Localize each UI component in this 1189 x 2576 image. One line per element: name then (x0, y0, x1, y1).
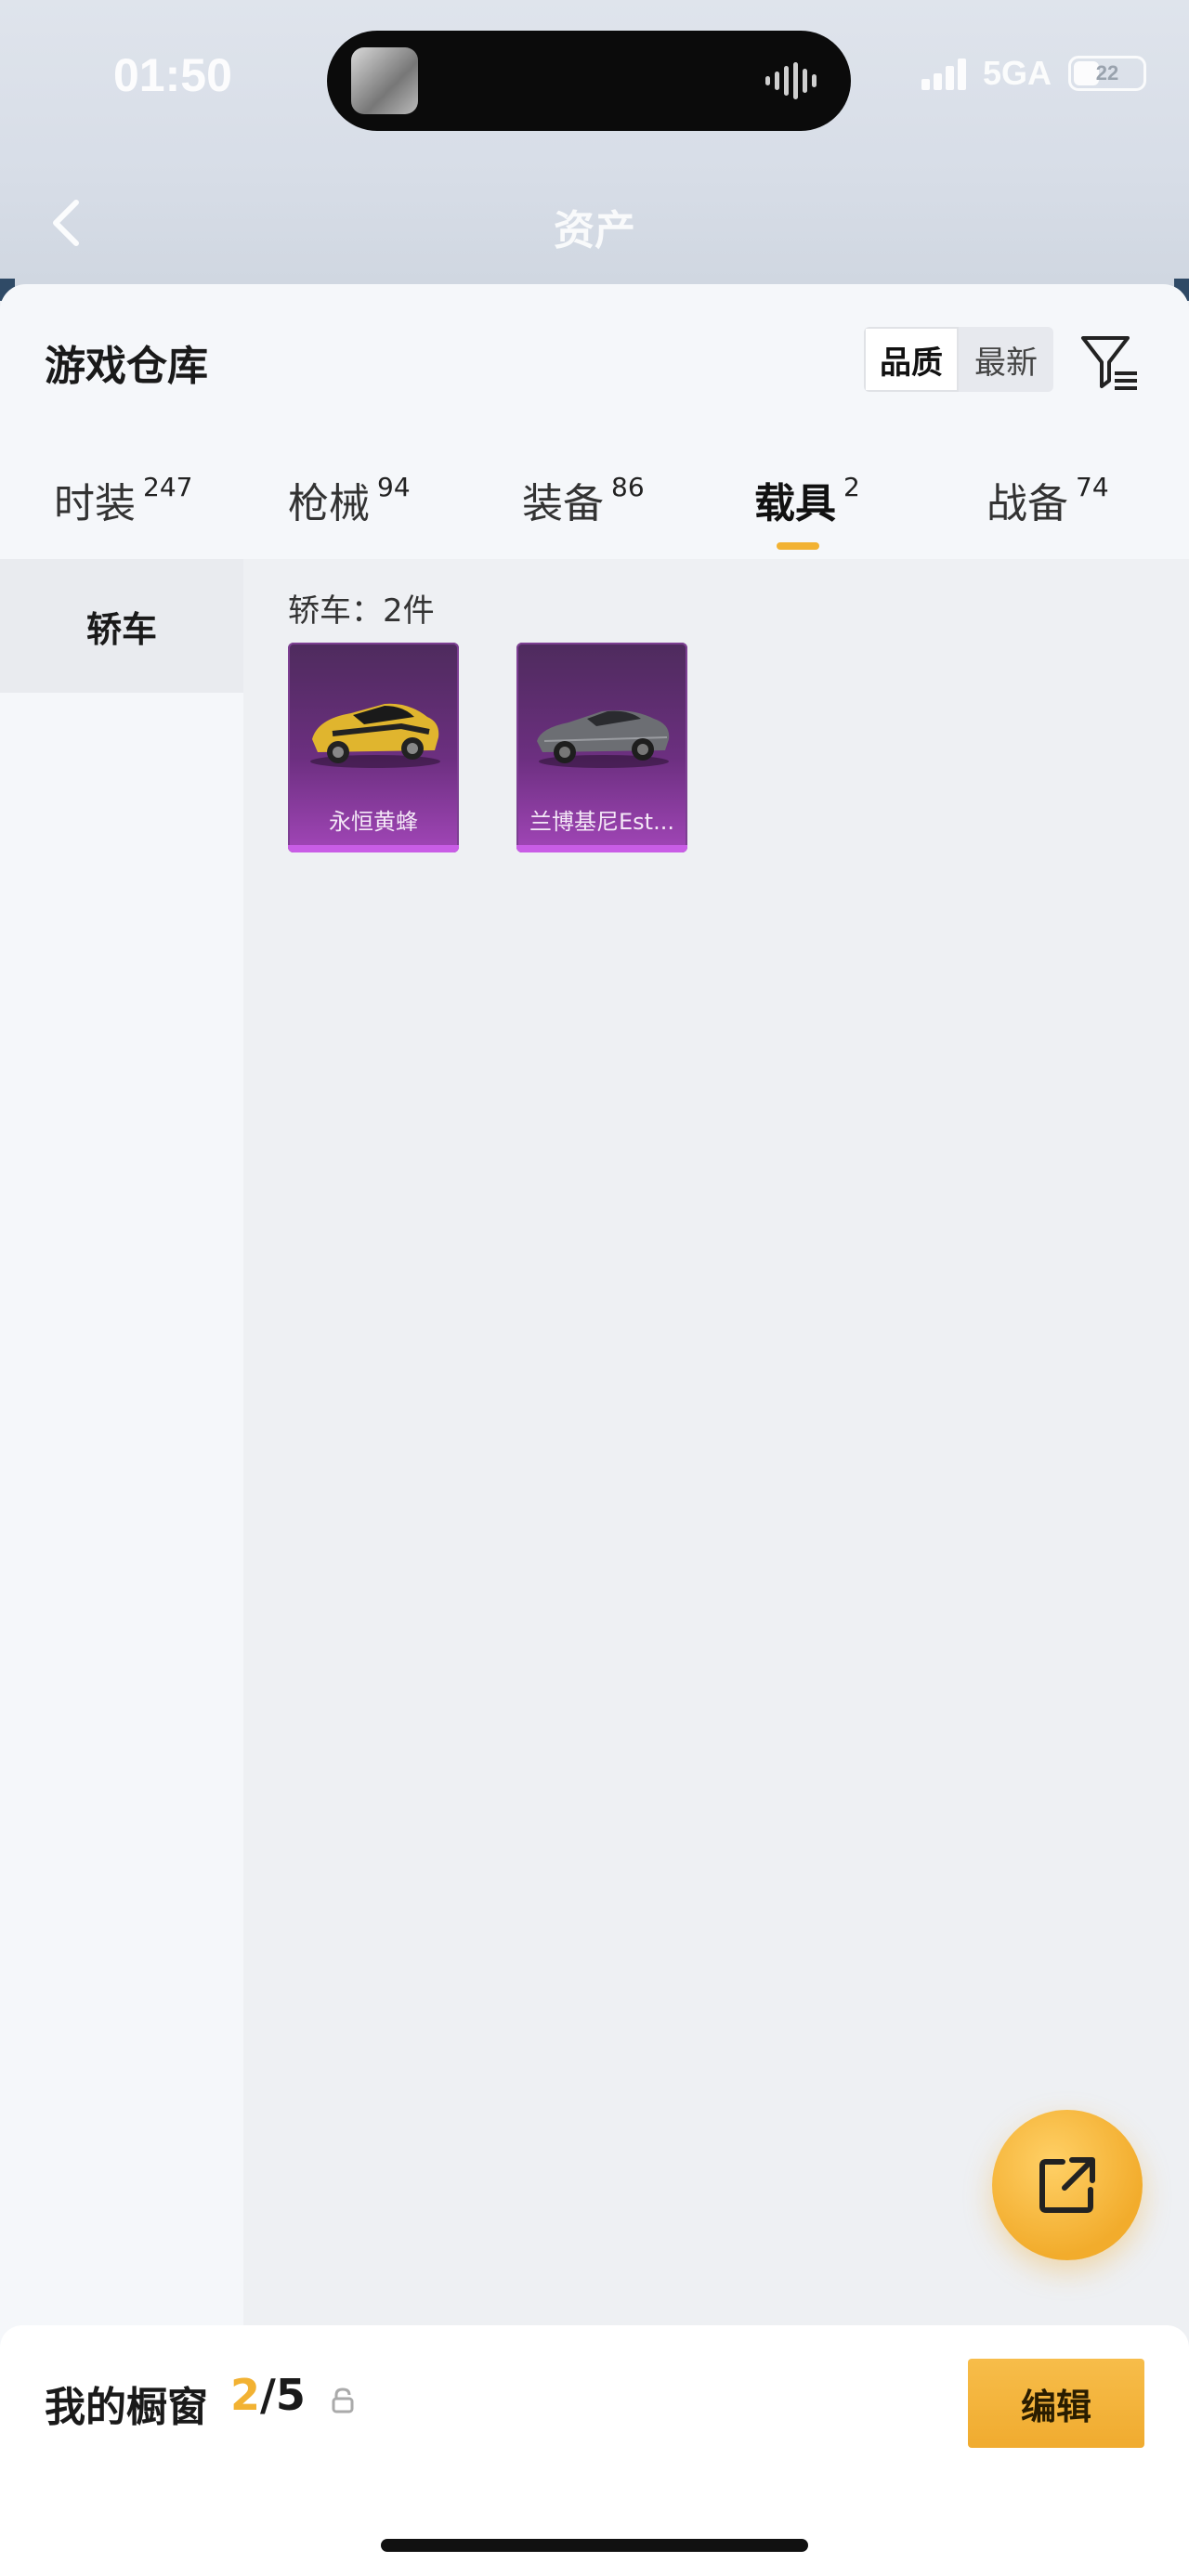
sort-toggle: 品质 最新 (864, 327, 1053, 392)
page-title: 游戏仓库 (45, 343, 208, 390)
tab-guns[interactable]: 枪械 94 (288, 470, 411, 563)
tab-count: 86 (611, 472, 645, 502)
item-name: 永恒黄蜂 (329, 809, 418, 835)
showcase-count: 2/5 (230, 2370, 306, 2420)
sort-option-newest[interactable]: 最新 (959, 327, 1053, 392)
edit-button[interactable]: 编辑 (968, 2359, 1144, 2448)
audio-wave-icon (765, 62, 821, 99)
home-indicator (381, 2539, 808, 2552)
signal-icon (921, 57, 966, 90)
group-label: 轿车：2件 (288, 592, 435, 630)
subcategory-sidebar: 轿车 (0, 559, 243, 2576)
external-link-icon (1039, 2157, 1095, 2213)
rarity-bar (288, 845, 459, 852)
item-card[interactable]: 兰博基尼Est... (516, 643, 687, 852)
tab-equipment[interactable]: 装备 86 (522, 470, 645, 563)
dynamic-island (327, 31, 851, 131)
sort-option-quality[interactable]: 品质 (864, 327, 959, 392)
nav-title: 资产 (554, 207, 635, 254)
grey-car-icon (537, 710, 670, 768)
top-area: 01:50 5GA 22 资产 (0, 0, 1189, 301)
item-card[interactable]: 永恒黄蜂 (288, 643, 459, 852)
tab-label: 载具 (754, 480, 836, 527)
item-name: 兰博基尼Est... (529, 809, 674, 835)
filter-icon[interactable] (1078, 329, 1143, 394)
status-time: 01:50 (113, 49, 232, 101)
tab-count: 2 (843, 472, 860, 502)
showcase-count-used: 2 (230, 2370, 261, 2420)
showcase-title: 我的橱窗 (45, 2384, 208, 2431)
content-area: 轿车 轿车：2件 永恒黄蜂 兰博基尼Est... (0, 559, 1189, 2576)
tab-label: 战备 (986, 480, 1068, 527)
status-right: 5GA 22 (921, 54, 1146, 93)
battery-level: 22 (1095, 61, 1119, 85)
tab-supplies[interactable]: 战备 74 (986, 470, 1109, 563)
showcase-count-total: /5 (260, 2370, 306, 2420)
item-panel: 轿车：2件 永恒黄蜂 兰博基尼Est... (243, 559, 1189, 2576)
lock-icon (332, 2387, 354, 2413)
item-grid: 永恒黄蜂 兰博基尼Est... (288, 643, 687, 852)
tab-vehicles[interactable]: 载具 2 (754, 470, 860, 563)
category-tabs: 时装 247 枪械 94 装备 86 载具 2 战备 74 (0, 470, 1189, 563)
tab-count: 94 (377, 472, 411, 502)
sidebar-item-sedan[interactable]: 轿车 (0, 559, 243, 693)
tab-fashion[interactable]: 时装 247 (54, 470, 192, 563)
active-tab-indicator (777, 542, 819, 550)
tab-label: 装备 (522, 480, 604, 527)
activity-thumbnail (351, 47, 418, 114)
share-button[interactable] (992, 2110, 1143, 2260)
yellow-car-icon (310, 703, 440, 768)
nav-bar: 资产 (0, 176, 1189, 279)
tab-count: 74 (1076, 472, 1109, 502)
tab-label: 枪械 (288, 480, 370, 527)
tab-label: 时装 (54, 480, 136, 527)
battery-icon: 22 (1068, 56, 1146, 91)
rarity-bar (516, 845, 687, 852)
tab-count: 247 (143, 472, 193, 502)
screen: 01:50 5GA 22 资产 游戏仓库 品质 最新 时装 247 枪械 94 … (0, 0, 1189, 2576)
network-type: 5GA (982, 54, 1052, 92)
